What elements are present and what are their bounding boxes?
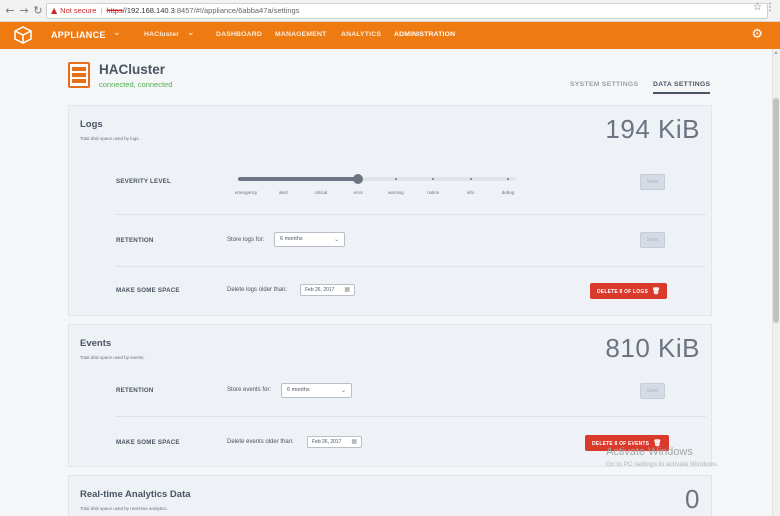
divider [116, 416, 706, 417]
events-space-label: MAKE SOME SPACE [116, 439, 180, 446]
chevron-down-icon: ⌄ [340, 387, 346, 394]
events-retention-label: RETENTION [116, 387, 154, 394]
realtime-size: 0 [685, 484, 700, 514]
chevron-down-icon: ⌄ [333, 236, 339, 243]
browser-menu-icon[interactable]: ⋮ [765, 2, 775, 13]
severity-slider-knob[interactable] [353, 174, 364, 184]
events-title: Events [80, 338, 112, 349]
logs-size: 194 KiB [605, 114, 700, 144]
severity-level-error[interactable]: error [354, 190, 364, 195]
browser-toolbar: ← → ↻ ▲ Not secure | https//192.168.140.3:8… [0, 0, 780, 22]
logs-space-label: MAKE SOME SPACE [116, 287, 180, 294]
top-navigation: APPLIANCE ⌄ HACluster ⌄ DASHBOARD MANAGE… [0, 22, 780, 49]
connection-status: connected, connected [99, 80, 173, 89]
severity-slider-fill [238, 177, 359, 181]
nav-administration[interactable]: ADMINISTRATION [394, 31, 455, 38]
severity-tick[interactable] [245, 178, 247, 180]
cluster-selector[interactable]: HACluster [144, 31, 179, 38]
severity-tick[interactable] [507, 178, 509, 180]
trash-icon: 🗑 [651, 287, 661, 295]
events-save-button[interactable]: Save [640, 383, 665, 399]
divider [116, 214, 706, 215]
logs-date-value: Feb 26, 2017 [305, 287, 335, 293]
calendar-icon: ▦ [344, 286, 350, 293]
logs-date-picker[interactable]: Feb 26, 2017 ▦ [300, 284, 355, 296]
events-date-value: Feb 26, 2017 [312, 439, 342, 445]
severity-level-critical[interactable]: critical [314, 190, 327, 195]
events-retention-select[interactable]: 6 months ⌄ [281, 383, 352, 398]
nav-analytics[interactable]: ANALYTICS [341, 31, 381, 38]
severity-tick[interactable] [432, 178, 435, 180]
chevron-down-icon[interactable]: ⌄ [187, 28, 195, 38]
realtime-subtitle: Total disk space used by real-time analy… [80, 506, 168, 511]
scroll-up-icon[interactable]: ▲ [773, 50, 779, 56]
events-size: 810 KiB [605, 333, 700, 363]
realtime-card: Real-time Analytics Data Total disk spac… [68, 475, 712, 516]
back-arrow-icon[interactable]: ← [3, 4, 17, 18]
severity-level-alert[interactable]: alert [279, 190, 288, 195]
logs-card: Logs Total disk space used by logs. 194 … [68, 105, 712, 316]
nav-dashboard[interactable]: DASHBOARD [216, 31, 262, 38]
severity-level-debug[interactable]: debug [502, 190, 515, 195]
nav-management[interactable]: MANAGEMENT [275, 31, 326, 38]
address-bar[interactable]: ▲ Not secure | https//192.168.140.3:8457/#!… [46, 3, 768, 19]
events-retention-value: 6 months [287, 387, 310, 393]
logs-retention-field-label: Store logs for: [227, 237, 265, 243]
events-subtitle: Total disk space used by events. [80, 355, 145, 360]
logs-retention-label: RETENTION [116, 237, 154, 244]
events-retention-field-label: Store events for: [227, 387, 272, 393]
security-label: Not secure [60, 6, 97, 15]
activate-windows-watermark: Activate Windows [606, 446, 693, 458]
chevron-down-icon[interactable]: ⌄ [113, 28, 121, 38]
url-host: //192.168.140.3 [122, 6, 175, 15]
reload-icon[interactable]: ↻ [31, 4, 45, 18]
brand-label[interactable]: APPLIANCE [51, 30, 106, 40]
bookmark-star-icon[interactable]: ☆ [753, 2, 762, 13]
logs-retention-select[interactable]: 6 months ⌄ [274, 232, 345, 247]
severity-slider[interactable] [238, 174, 516, 184]
logs-subtitle: Total disk space used by logs. [80, 136, 140, 141]
url-scheme: https [106, 6, 123, 15]
logs-space-field-label: Delete logs older than: [227, 287, 288, 293]
severity-save-button[interactable]: Save [640, 174, 665, 190]
tab-data-settings[interactable]: DATA SETTINGS [653, 81, 711, 94]
logs-retention-value: 6 months [280, 236, 303, 242]
delete-logs-label: DELETE 8 OF LOGS [597, 289, 648, 295]
severity-tick[interactable] [319, 178, 322, 180]
severity-level-info[interactable]: info [467, 190, 474, 195]
events-date-picker[interactable]: Feb 26, 2017 ▦ [307, 436, 362, 448]
severity-tick[interactable] [469, 178, 472, 180]
tab-system-settings[interactable]: SYSTEM SETTINGS [570, 81, 638, 88]
cluster-icon [68, 62, 90, 88]
divider [116, 266, 706, 267]
severity-level-warning[interactable]: warning [388, 190, 404, 195]
realtime-title: Real-time Analytics Data [80, 489, 191, 500]
logs-title: Logs [80, 119, 103, 130]
forward-arrow-icon[interactable]: → [17, 4, 31, 18]
page-title: HACluster [99, 62, 166, 77]
appliance-logo-icon[interactable] [14, 26, 32, 44]
severity-level-notice[interactable]: notice [427, 190, 439, 195]
severity-level-label: SEVERITY LEVEL [116, 178, 171, 185]
page-scrollbar-thumb[interactable] [773, 98, 779, 323]
warning-icon: ▲ [51, 6, 58, 15]
events-space-field-label: Delete events older than: [227, 439, 294, 445]
retention-save-button[interactable]: Save [640, 232, 665, 248]
address-separator: | [100, 6, 103, 15]
calendar-icon: ▦ [351, 438, 357, 445]
activate-windows-hint: Go to PC settings to activate Windows. [606, 461, 719, 468]
url-path: :8457/#!/appliance/6abba47a/settings [174, 6, 300, 15]
severity-level-emergency[interactable]: emergency [235, 190, 257, 195]
severity-tick[interactable] [394, 178, 397, 180]
gear-icon[interactable]: ⚙ [751, 27, 763, 42]
delete-logs-button[interactable]: DELETE 8 OF LOGS 🗑 [590, 283, 668, 299]
